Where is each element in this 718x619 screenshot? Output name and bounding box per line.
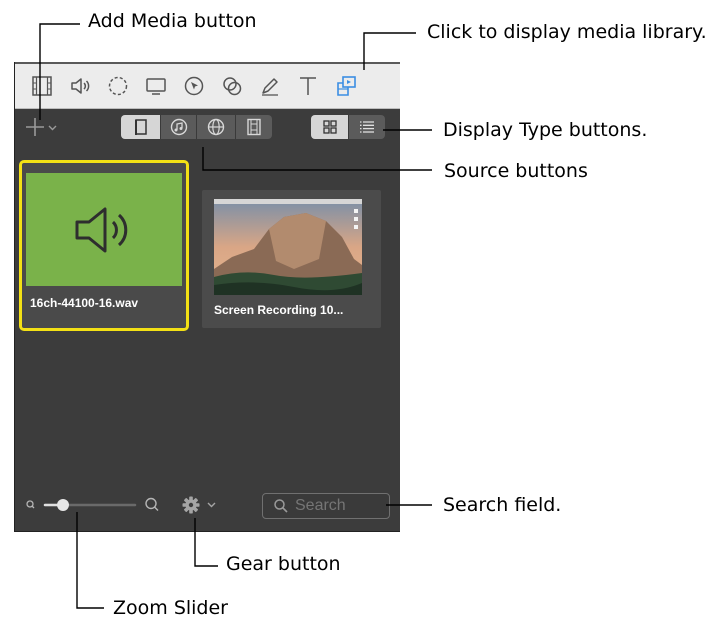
search-input[interactable]	[295, 497, 385, 515]
media-clip-tool[interactable]	[25, 69, 59, 103]
callout-gear: Gear button	[226, 553, 341, 575]
add-media-button[interactable]	[25, 116, 67, 138]
display-type-buttons	[311, 115, 385, 139]
source-music-button[interactable]	[161, 115, 197, 139]
screen-tool[interactable]	[139, 69, 173, 103]
cursor-icon	[184, 76, 204, 96]
source-movies-button[interactable]	[236, 115, 272, 139]
source-buttons	[121, 115, 272, 139]
grid-icon	[322, 120, 337, 134]
gear-icon	[182, 496, 200, 514]
list-view-button[interactable]	[349, 115, 385, 139]
list-icon	[360, 121, 374, 133]
zoom-slider[interactable]	[25, 491, 165, 521]
audio-tool[interactable]	[63, 69, 97, 103]
screen-icon	[146, 78, 166, 95]
audio-thumbnail	[26, 173, 182, 286]
callout-display-type: Display Type buttons.	[443, 119, 648, 141]
speaker-icon	[71, 78, 90, 94]
media-library-tool[interactable]	[329, 69, 363, 103]
bottom-bar	[15, 483, 400, 531]
media-item-audio[interactable]: 16ch-44100-16.wav	[19, 160, 189, 331]
film-strip-icon	[247, 118, 261, 136]
chevron-down-icon	[48, 125, 57, 131]
speaker-icon	[75, 207, 128, 253]
plus-icon	[26, 118, 44, 136]
media-clip-icon	[32, 76, 52, 96]
callout-media-library: Click to display media library.	[427, 21, 707, 43]
globe-icon	[207, 118, 225, 136]
callout-zoom: Zoom Slider	[113, 597, 228, 619]
search-field[interactable]	[262, 493, 390, 519]
grid-view-button[interactable]	[311, 115, 349, 139]
text-icon	[300, 77, 316, 95]
media-panel: 16ch-44100-16.wav Screen Recording 10...	[14, 62, 400, 532]
video-thumbnail	[214, 199, 362, 295]
source-bar	[15, 107, 400, 147]
search-icon	[274, 499, 288, 513]
transition-tool[interactable]	[101, 69, 135, 103]
media-item-video[interactable]: Screen Recording 10...	[202, 190, 381, 328]
chevron-down-icon	[207, 502, 216, 508]
zoom-in-icon	[145, 497, 159, 511]
media-item-label: Screen Recording 10...	[214, 303, 344, 317]
media-library-icon	[337, 76, 356, 96]
callout-search-field: Search field.	[443, 494, 562, 516]
text-tool[interactable]	[291, 69, 325, 103]
source-device-button[interactable]	[121, 115, 161, 139]
annotation-tool[interactable]	[253, 69, 287, 103]
source-web-button[interactable]	[197, 115, 236, 139]
gear-button[interactable]	[181, 493, 223, 517]
music-icon	[170, 118, 187, 136]
cursor-tool[interactable]	[177, 69, 211, 103]
zoom-slider-knob[interactable]	[57, 499, 69, 511]
media-item-label: 16ch-44100-16.wav	[30, 296, 139, 310]
transition-icon	[108, 76, 128, 96]
callout-add-media: Add Media button	[88, 10, 257, 32]
pencil-icon	[262, 78, 278, 96]
tool-strip	[15, 62, 400, 109]
device-icon	[134, 119, 147, 135]
overlap-tool[interactable]	[215, 69, 249, 103]
callout-source: Source buttons	[444, 160, 588, 182]
zoom-out-icon	[26, 500, 35, 509]
overlap-icon	[223, 77, 242, 96]
